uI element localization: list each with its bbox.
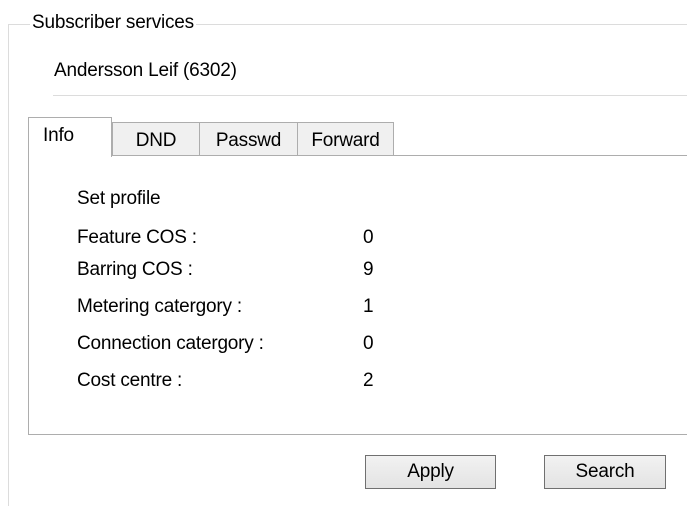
info-value: 2 xyxy=(363,370,374,391)
search-button[interactable]: Search xyxy=(544,455,666,489)
info-label: Connection catergory : xyxy=(77,333,264,354)
info-row-cost-centre: Cost centre : 2 xyxy=(0,370,687,396)
info-row-metering-category: Metering catergory : 1 xyxy=(0,296,687,322)
info-value: 0 xyxy=(363,333,374,354)
info-label: Cost centre : xyxy=(77,370,183,391)
info-value: 1 xyxy=(363,296,374,317)
tab-dnd[interactable]: DND xyxy=(112,122,200,156)
info-label: Metering catergory : xyxy=(77,296,242,317)
info-value: 0 xyxy=(363,227,374,248)
groupbox-title: Subscriber services xyxy=(30,12,196,34)
info-row-connection-category: Connection catergory : 0 xyxy=(0,333,687,359)
tab-info[interactable]: Info xyxy=(28,117,112,157)
separator-line xyxy=(53,95,687,96)
apply-button[interactable]: Apply xyxy=(365,455,496,489)
subscriber-services-panel: Subscriber services Andersson Leif (6302… xyxy=(0,0,687,506)
tab-passwd[interactable]: Passwd xyxy=(199,122,298,156)
set-profile-heading: Set profile xyxy=(77,188,161,209)
info-label: Barring COS : xyxy=(77,259,193,280)
info-row-feature-cos: Feature COS : 0 xyxy=(0,227,687,253)
info-row-barring-cos: Barring COS : 9 xyxy=(0,259,687,285)
info-value: 9 xyxy=(363,259,374,280)
info-label: Feature COS : xyxy=(77,227,197,248)
subscriber-name: Andersson Leif (6302) xyxy=(54,60,237,81)
tab-forward[interactable]: Forward xyxy=(297,122,394,156)
